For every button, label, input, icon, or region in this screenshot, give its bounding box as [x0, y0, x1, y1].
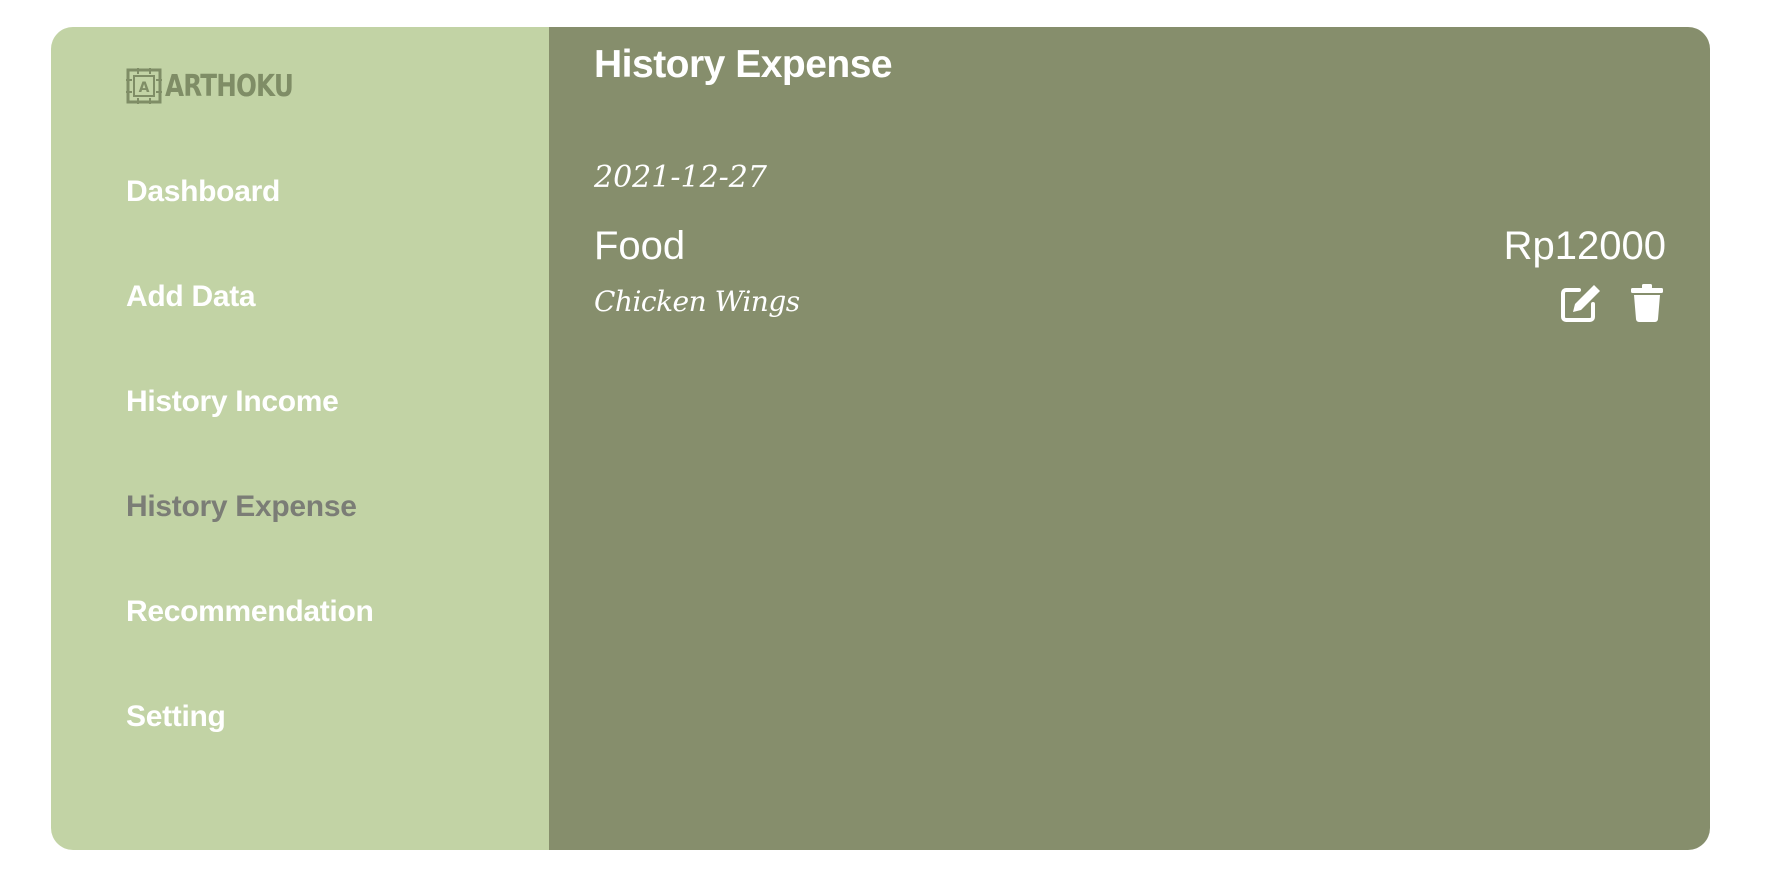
sidebar-item-dashboard[interactable]: Dashboard — [126, 167, 374, 272]
delete-button[interactable] — [1626, 282, 1668, 324]
app-window: A ARTHOKU Dashboard Add Data History Inc… — [51, 27, 1710, 850]
page-title: History Expense — [594, 43, 893, 86]
entry-note: Chicken Wings — [594, 285, 800, 318]
sidebar-item-history-income[interactable]: History Income — [126, 377, 374, 482]
logo-mark-icon: A — [126, 68, 162, 104]
sidebar-nav: Dashboard Add Data History Income Histor… — [126, 167, 374, 797]
sidebar: A ARTHOKU Dashboard Add Data History Inc… — [51, 27, 549, 850]
trash-icon — [1631, 284, 1663, 322]
entry-amount: Rp12000 — [1503, 224, 1666, 268]
entry-date: 2021-12-27 — [594, 160, 767, 195]
edit-button[interactable] — [1560, 282, 1602, 324]
entry-category: Food — [594, 224, 686, 268]
svg-text:A: A — [139, 80, 150, 96]
sidebar-item-add-data[interactable]: Add Data — [126, 272, 374, 377]
entry-actions — [1560, 282, 1668, 324]
brand-logo[interactable]: A ARTHOKU — [126, 68, 321, 104]
sidebar-item-recommendation[interactable]: Recommendation — [126, 587, 374, 692]
sidebar-item-history-expense[interactable]: History Expense — [126, 482, 374, 587]
sidebar-item-setting[interactable]: Setting — [126, 692, 374, 797]
edit-icon — [1561, 285, 1600, 322]
main-content: History Expense 2021-12-27 Food Rp12000 … — [549, 27, 1710, 850]
brand-name: ARTHOKU — [165, 68, 294, 104]
